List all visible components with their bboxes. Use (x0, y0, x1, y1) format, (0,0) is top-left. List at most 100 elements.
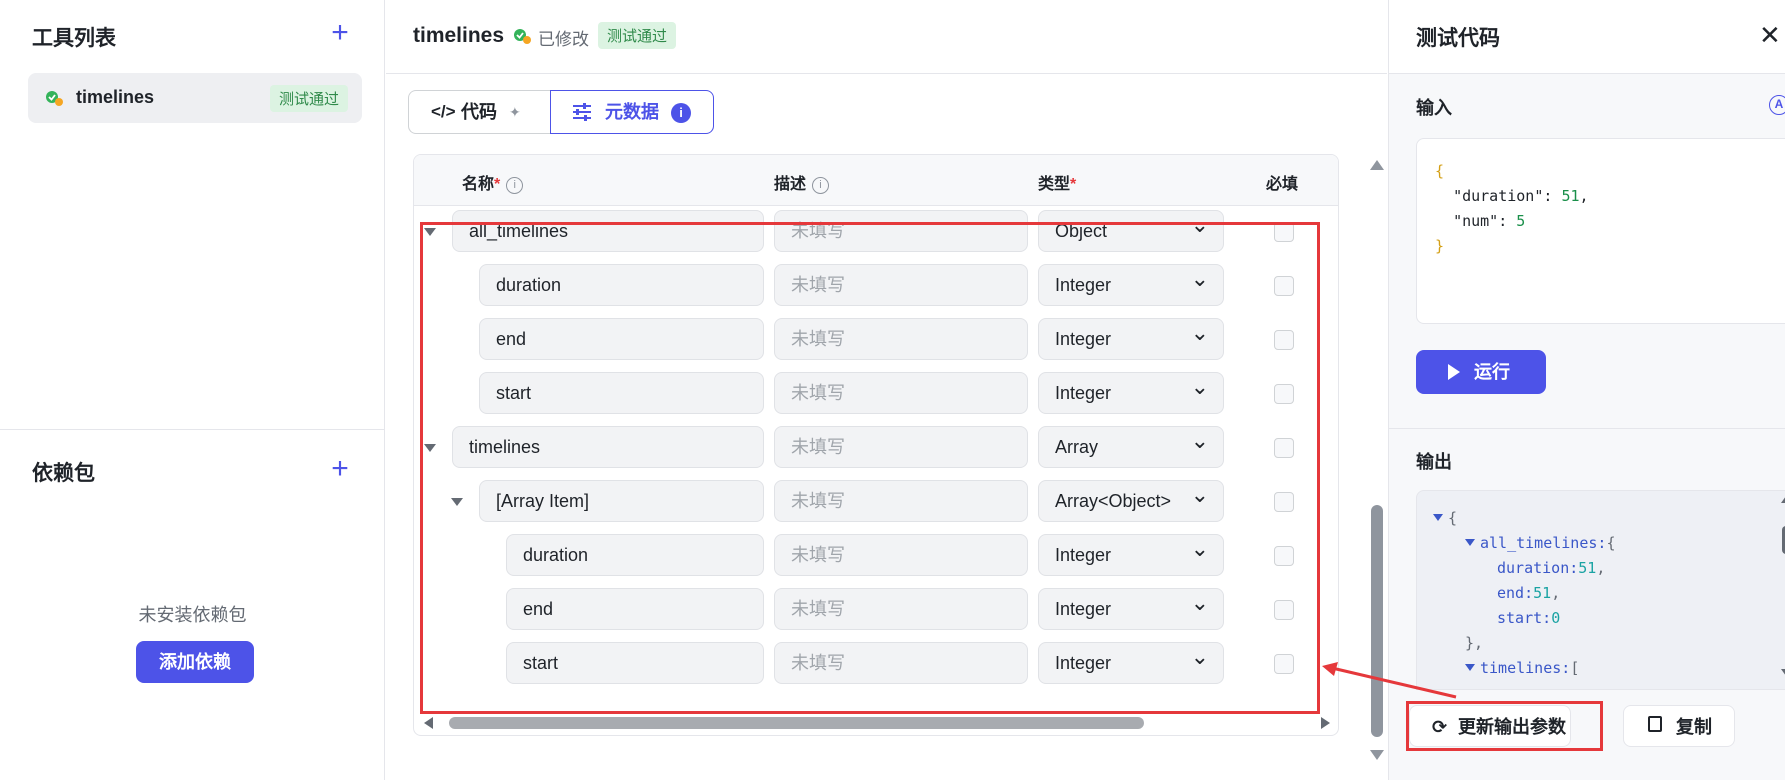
column-desc: 描述 i (774, 170, 830, 194)
copy-icon (1648, 716, 1662, 732)
scroll-down-icon (1781, 669, 1785, 676)
chevron-down-icon: ⌄ (1190, 644, 1209, 669)
add-dep-plus-button[interactable]: + (327, 454, 353, 484)
chevron-down-icon: ⌄ (1190, 590, 1209, 615)
ai-assist-icon[interactable]: A (1769, 95, 1785, 115)
param-type-select[interactable]: Array<Object> ⌄ (1038, 480, 1224, 522)
param-desc-input[interactable]: 未填写 (774, 588, 1028, 630)
required-checkbox[interactable] (1274, 276, 1294, 296)
param-desc-input[interactable]: 未填写 (774, 210, 1028, 252)
type-value: Object (1055, 221, 1108, 241)
param-type-select[interactable]: Integer ⌄ (1038, 264, 1224, 306)
param-name-input[interactable]: end (479, 318, 764, 360)
param-name-input[interactable]: all_timelines (452, 210, 764, 252)
param-type-select[interactable]: Integer ⌄ (1038, 588, 1224, 630)
tool-item-timelines[interactable]: timelines 测试通过 (28, 73, 362, 123)
param-name-input[interactable]: timelines (452, 426, 764, 468)
vertical-scrollbar[interactable] (1370, 160, 1384, 760)
required-checkbox[interactable] (1274, 492, 1294, 512)
add-dependency-button[interactable]: 添加依赖 (136, 641, 254, 683)
info-icon[interactable]: i (671, 103, 691, 123)
input-editor[interactable]: { "duration": 51, "num": 5 } (1416, 138, 1785, 324)
required-checkbox[interactable] (1274, 438, 1294, 458)
scroll-down-icon[interactable] (1370, 750, 1384, 760)
param-desc-input[interactable]: 未填写 (774, 534, 1028, 576)
param-desc-input[interactable]: 未填写 (774, 642, 1028, 684)
chevron-down-icon: ⌄ (1190, 266, 1209, 291)
scroll-left-icon[interactable] (424, 717, 433, 729)
param-type-select[interactable]: Integer ⌄ (1038, 372, 1224, 414)
required-checkbox[interactable] (1274, 384, 1294, 404)
test-panel-title: 测试代码 (1416, 27, 1500, 50)
scroll-thumb[interactable] (449, 717, 1144, 729)
modified-text: 已修改 (538, 30, 589, 49)
column-name: 名称* i (462, 170, 524, 194)
required-checkbox[interactable] (1274, 330, 1294, 350)
info-icon: i (506, 177, 524, 194)
param-type-select[interactable]: Integer ⌄ (1038, 642, 1224, 684)
table-row: start 未填写 Integer ⌄ (414, 638, 1338, 692)
chevron-down-icon: ⌄ (1190, 536, 1209, 561)
tab-metadata[interactable]: 元数据 i (550, 90, 714, 134)
column-type: 类型* (1038, 176, 1077, 193)
param-desc-input[interactable]: 未填写 (774, 372, 1028, 414)
scroll-right-icon[interactable] (1321, 717, 1330, 729)
table-row: duration 未填写 Integer ⌄ (414, 260, 1338, 314)
param-name-input[interactable]: end (506, 588, 764, 630)
table-row: start 未填写 Integer ⌄ (414, 368, 1338, 422)
required-checkbox[interactable] (1274, 654, 1294, 674)
param-name-input[interactable]: start (506, 642, 764, 684)
param-desc-input[interactable]: 未填写 (774, 480, 1028, 522)
param-desc-input[interactable]: 未填写 (774, 264, 1028, 306)
update-output-params-button[interactable]: ⟳ 更新输出参数 (1409, 705, 1571, 747)
sparkle-icon: ✦ (509, 104, 521, 120)
collapse-icon (1433, 514, 1443, 521)
close-icon[interactable]: ✕ (1759, 20, 1781, 51)
param-desc-input[interactable]: 未填写 (774, 426, 1028, 468)
code-icon: </> (431, 102, 456, 121)
test-panel-header: 测试代码 ✕ (1389, 0, 1785, 74)
type-value: Integer (1055, 545, 1112, 565)
cloud-modified-icon (514, 29, 531, 44)
param-desc-input[interactable]: 未填写 (774, 318, 1028, 360)
add-tool-button[interactable]: + (327, 18, 353, 48)
test-panel: 测试代码 ✕ 输入 A { "duration": 51, "num": 5 }… (1388, 0, 1785, 780)
param-type-select[interactable]: Integer ⌄ (1038, 318, 1224, 360)
table-row: duration 未填写 Integer ⌄ (414, 530, 1338, 584)
required-checkbox[interactable] (1274, 600, 1294, 620)
output-label: 输出 (1416, 452, 1452, 472)
param-name-input[interactable]: duration (479, 264, 764, 306)
tab-code-label: 代码 (461, 102, 497, 122)
copy-button[interactable]: 复制 (1623, 705, 1735, 747)
param-name-input[interactable]: start (479, 372, 764, 414)
tools-title: 工具列表 (32, 27, 116, 50)
expand-caret-icon[interactable] (424, 444, 436, 452)
param-name-input[interactable]: [Array Item] (479, 480, 764, 522)
horizontal-scrollbar[interactable] (414, 711, 1338, 735)
scroll-thumb[interactable] (1371, 505, 1383, 737)
tool-name: timelines (76, 87, 155, 107)
param-type-select[interactable]: Array ⌄ (1038, 426, 1224, 468)
param-type-select[interactable]: Object ⌄ (1038, 210, 1224, 252)
deps-section: 依赖包 + 未安装依赖包 添加依赖 (0, 431, 385, 780)
expand-caret-icon[interactable] (451, 498, 463, 506)
required-checkbox[interactable] (1274, 222, 1294, 242)
output-viewer[interactable]: { all_timelines:{ duration:51, end:51, s… (1416, 490, 1785, 690)
run-button[interactable]: 运行 (1416, 350, 1546, 394)
play-icon (1448, 364, 1460, 380)
page-title: timelines (413, 24, 505, 47)
expand-caret-icon[interactable] (424, 228, 436, 236)
tab-code[interactable]: </> 代码 ✦ (408, 90, 550, 134)
scroll-up-icon[interactable] (1370, 160, 1384, 170)
collapse-icon (1465, 664, 1475, 671)
table-row: [Array Item] 未填写 Array<Object> ⌄ (414, 476, 1338, 530)
tools-section: 工具列表 + timelines 测试通过 (0, 0, 385, 430)
type-value: Integer (1055, 275, 1112, 295)
output-scrollbar[interactable] (1781, 496, 1785, 676)
divider (1389, 428, 1785, 429)
param-type-select[interactable]: Integer ⌄ (1038, 534, 1224, 576)
param-name-input[interactable]: duration (506, 534, 764, 576)
required-checkbox[interactable] (1274, 546, 1294, 566)
chevron-down-icon: ⌄ (1190, 428, 1209, 453)
type-value: Array<Object> (1055, 491, 1172, 511)
